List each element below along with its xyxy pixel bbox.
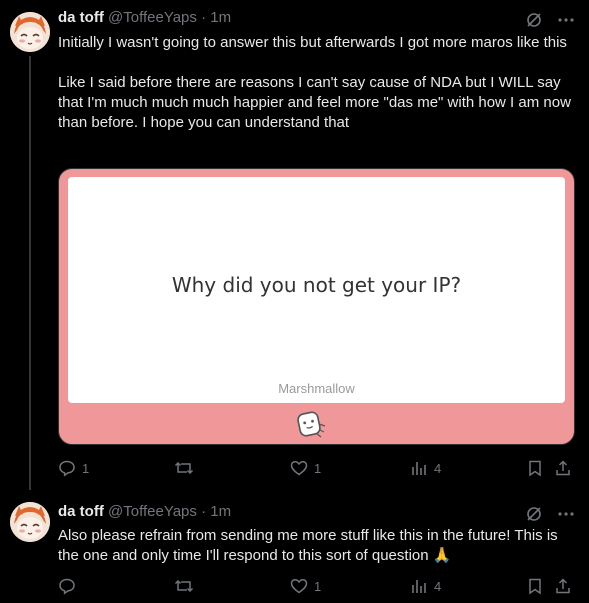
heart-icon — [290, 460, 308, 476]
tweet-paragraph: Initially I wasn't going to answer this … — [58, 34, 567, 51]
reply-button[interactable] — [58, 576, 82, 596]
share-icon — [556, 578, 570, 594]
tweet-paragraph: Also please refrain from sending me more… — [58, 527, 558, 564]
share-button[interactable] — [554, 576, 572, 596]
card-brand: Marshmallow — [278, 381, 355, 396]
views-button[interactable]: 4 — [410, 458, 441, 478]
views-count: 4 — [434, 460, 442, 476]
tweet-actions: 1 1 4 — [58, 458, 578, 478]
like-count: 1 — [314, 578, 322, 594]
tweet-text: Initially I wasn't going to answer this … — [58, 33, 573, 133]
more-dots-icon[interactable] — [557, 505, 575, 528]
tweet-top-actions — [525, 505, 575, 528]
author-name[interactable]: da toff — [58, 503, 104, 520]
marshmallow-mascot-icon — [293, 408, 329, 440]
views-count: 4 — [434, 578, 442, 594]
reply-bubble-icon — [59, 578, 75, 595]
repost-arrows-icon — [174, 579, 194, 593]
like-count: 1 — [314, 460, 322, 476]
bookmark-button[interactable] — [526, 458, 544, 478]
repost-arrows-icon — [174, 461, 194, 475]
grok-slash-icon[interactable] — [525, 505, 543, 528]
tweet-text: Also please refrain from sending me more… — [58, 526, 573, 566]
reply-button[interactable]: 1 — [58, 458, 89, 478]
reply-count: 1 — [82, 460, 90, 476]
tweet-paragraph: Like I said before there are reasons I c… — [58, 74, 571, 131]
bookmark-button[interactable] — [526, 576, 544, 596]
separator: · — [201, 9, 207, 26]
reply-bubble-icon — [59, 460, 75, 477]
share-icon — [556, 460, 570, 476]
timestamp[interactable]: 1m — [210, 503, 231, 520]
tweet-header: da toff @ToffeeYaps · 1m — [58, 502, 231, 522]
separator: · — [201, 503, 207, 520]
repost-button[interactable] — [174, 576, 200, 596]
author-handle[interactable]: @ToffeeYaps — [108, 503, 197, 520]
marshmallow-card[interactable]: Why did you not get your IP? Marshmallow — [58, 168, 575, 445]
share-button[interactable] — [554, 458, 572, 478]
author-name[interactable]: da toff — [58, 9, 104, 26]
like-button[interactable]: 1 — [290, 576, 321, 596]
heart-icon — [290, 578, 308, 594]
grok-slash-icon[interactable] — [525, 11, 543, 34]
tweet-2[interactable]: da toff @ToffeeYaps · 1m Also please ref… — [0, 490, 589, 603]
views-button[interactable]: 4 — [410, 576, 441, 596]
bookmark-icon — [529, 460, 541, 477]
avatar[interactable] — [10, 502, 50, 542]
like-button[interactable]: 1 — [290, 458, 321, 478]
repost-button[interactable] — [174, 458, 200, 478]
timestamp[interactable]: 1m — [210, 9, 231, 26]
author-handle[interactable]: @ToffeeYaps — [108, 9, 197, 26]
tweet-top-actions — [525, 11, 575, 34]
tweet-1[interactable]: da toff @ToffeeYaps · 1m Initially I was… — [0, 0, 589, 490]
more-dots-icon[interactable] — [557, 11, 575, 34]
tweet-header: da toff @ToffeeYaps · 1m — [58, 8, 231, 28]
avatar[interactable] — [10, 12, 50, 52]
card-question: Why did you not get your IP? — [171, 273, 462, 297]
thread-line — [29, 56, 31, 490]
views-bars-icon — [412, 580, 426, 593]
views-bars-icon — [412, 462, 426, 475]
tweet-actions: 1 4 — [58, 576, 578, 596]
card-question-panel: Why did you not get your IP? Marshmallow — [68, 177, 565, 403]
bookmark-icon — [529, 578, 541, 595]
